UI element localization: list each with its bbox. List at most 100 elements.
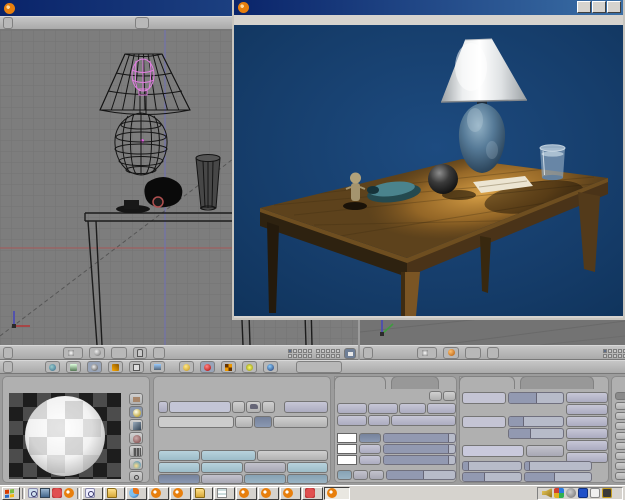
render-title-bar[interactable] bbox=[234, 0, 623, 15]
layer-toggle[interactable] bbox=[618, 354, 622, 358]
layer-toggle[interactable] bbox=[293, 354, 297, 358]
vcol-light-toggle[interactable] bbox=[337, 403, 367, 414]
layer-toggle[interactable] bbox=[303, 349, 307, 353]
b-slider[interactable] bbox=[383, 455, 456, 465]
env-toggle[interactable] bbox=[368, 415, 390, 426]
texture-slot[interactable] bbox=[615, 392, 625, 400]
shading-material-button[interactable] bbox=[200, 361, 215, 373]
context-script-button[interactable] bbox=[66, 361, 81, 373]
task-button-11[interactable] bbox=[302, 487, 323, 500]
layer-grid-a[interactable] bbox=[288, 349, 312, 358]
nodes-button[interactable] bbox=[284, 401, 328, 413]
amb-slider[interactable] bbox=[462, 472, 522, 482]
task-button-2[interactable] bbox=[104, 487, 125, 500]
material-autoname-button[interactable] bbox=[246, 401, 261, 413]
mesh-name-field[interactable] bbox=[158, 416, 234, 428]
trashado-toggle[interactable] bbox=[566, 428, 608, 439]
color-swatch-mir[interactable] bbox=[337, 455, 357, 465]
wire-toggle[interactable] bbox=[201, 462, 243, 473]
volume-icon[interactable] bbox=[542, 488, 552, 498]
preview-flat-button[interactable] bbox=[129, 393, 143, 405]
shad-a-stepper[interactable] bbox=[391, 415, 456, 426]
start-button[interactable] bbox=[2, 487, 20, 500]
preview-sphere-button[interactable] bbox=[129, 406, 143, 418]
viewport-type-button[interactable] bbox=[3, 347, 13, 359]
vcol-paint-toggle[interactable] bbox=[368, 403, 398, 414]
mode-dropdown[interactable] bbox=[417, 347, 437, 359]
shadbuf-toggle[interactable] bbox=[287, 474, 328, 484]
viewport-type-button[interactable] bbox=[363, 347, 373, 359]
manipulator-button[interactable] bbox=[133, 347, 147, 359]
traceable-toggle[interactable] bbox=[244, 474, 286, 484]
context-object-button[interactable] bbox=[108, 361, 123, 373]
screen-selector[interactable] bbox=[135, 17, 149, 29]
layer-toggle[interactable] bbox=[613, 349, 617, 353]
r-slider[interactable] bbox=[383, 433, 456, 443]
layer-toggle[interactable] bbox=[321, 349, 325, 353]
quicklaunch-app-icon[interactable] bbox=[52, 488, 62, 498]
orientation-dropdown[interactable] bbox=[487, 347, 499, 359]
texture-slot[interactable] bbox=[615, 422, 625, 430]
tangent-v-toggle[interactable] bbox=[566, 392, 608, 403]
task-button-6[interactable] bbox=[192, 487, 213, 500]
pivot-dropdown[interactable] bbox=[111, 347, 127, 359]
layer-toggle[interactable] bbox=[303, 354, 307, 358]
tab-mirror-transp[interactable] bbox=[520, 376, 594, 389]
spec-slider[interactable] bbox=[508, 416, 564, 427]
color-swatch-col[interactable] bbox=[337, 433, 357, 443]
texture-slot[interactable] bbox=[615, 462, 625, 470]
camera-icon[interactable] bbox=[602, 488, 612, 498]
shading-texture-button[interactable] bbox=[221, 361, 236, 373]
zinvert-toggle[interactable] bbox=[287, 462, 328, 473]
layer-toggle[interactable] bbox=[298, 349, 302, 353]
color-swatch-spe[interactable] bbox=[337, 444, 357, 454]
close-button[interactable] bbox=[607, 1, 621, 13]
shading-lamp-button[interactable] bbox=[179, 361, 194, 373]
gr-field[interactable] bbox=[462, 445, 524, 457]
quicklaunch-blender-icon[interactable] bbox=[64, 488, 74, 498]
links-panel-header[interactable] bbox=[154, 377, 330, 379]
lock-button[interactable] bbox=[344, 348, 356, 359]
alpha-slider[interactable] bbox=[386, 470, 456, 480]
dyn-button[interactable] bbox=[369, 470, 384, 480]
halo-toggle[interactable] bbox=[158, 450, 200, 461]
orientation-dropdown[interactable] bbox=[153, 347, 165, 359]
task-button-1[interactable] bbox=[82, 487, 103, 500]
paste-material-button[interactable] bbox=[443, 391, 456, 401]
task-button-12[interactable] bbox=[324, 487, 350, 500]
layer-toggle[interactable] bbox=[308, 349, 312, 353]
texture-slot[interactable] bbox=[615, 442, 625, 450]
layer-toggle[interactable] bbox=[331, 349, 335, 353]
material-delete-button[interactable] bbox=[232, 401, 245, 413]
mode-dropdown[interactable] bbox=[63, 347, 83, 359]
task-button-8[interactable] bbox=[236, 487, 257, 500]
hard-slider[interactable] bbox=[508, 428, 564, 439]
ztransp-toggle[interactable] bbox=[201, 450, 256, 461]
layer-toggle[interactable] bbox=[336, 354, 340, 358]
exclusive-button[interactable] bbox=[526, 445, 564, 457]
sbias-slider[interactable] bbox=[524, 461, 592, 471]
maximize-button[interactable] bbox=[592, 1, 606, 13]
draw-type-button[interactable] bbox=[443, 347, 459, 359]
layer-toggle[interactable] bbox=[613, 354, 617, 358]
me-button[interactable] bbox=[254, 416, 272, 428]
hsv-button[interactable] bbox=[353, 470, 368, 480]
nmap-ts-toggle[interactable] bbox=[566, 404, 608, 415]
onlyshad-toggle[interactable] bbox=[566, 440, 608, 451]
quicklaunch-mail-icon[interactable] bbox=[28, 488, 38, 498]
texture-slot[interactable] bbox=[615, 472, 625, 480]
shading-radiosity-button[interactable] bbox=[242, 361, 257, 373]
tab-material[interactable] bbox=[334, 376, 386, 389]
context-shading-button[interactable] bbox=[87, 361, 102, 373]
diffuse-shader-dropdown[interactable] bbox=[462, 392, 506, 404]
g-slider[interactable] bbox=[383, 444, 456, 454]
material-browse-button[interactable] bbox=[158, 401, 168, 413]
copy-material-button[interactable] bbox=[429, 391, 442, 401]
texture-panel-header[interactable] bbox=[612, 377, 625, 379]
window-type-button[interactable] bbox=[3, 17, 13, 29]
strands-toggle[interactable] bbox=[244, 462, 286, 473]
task-button-5[interactable] bbox=[170, 487, 191, 500]
material-count-stepper[interactable] bbox=[273, 416, 328, 428]
frame-stepper[interactable] bbox=[296, 361, 342, 373]
ref-slider[interactable] bbox=[508, 392, 564, 404]
